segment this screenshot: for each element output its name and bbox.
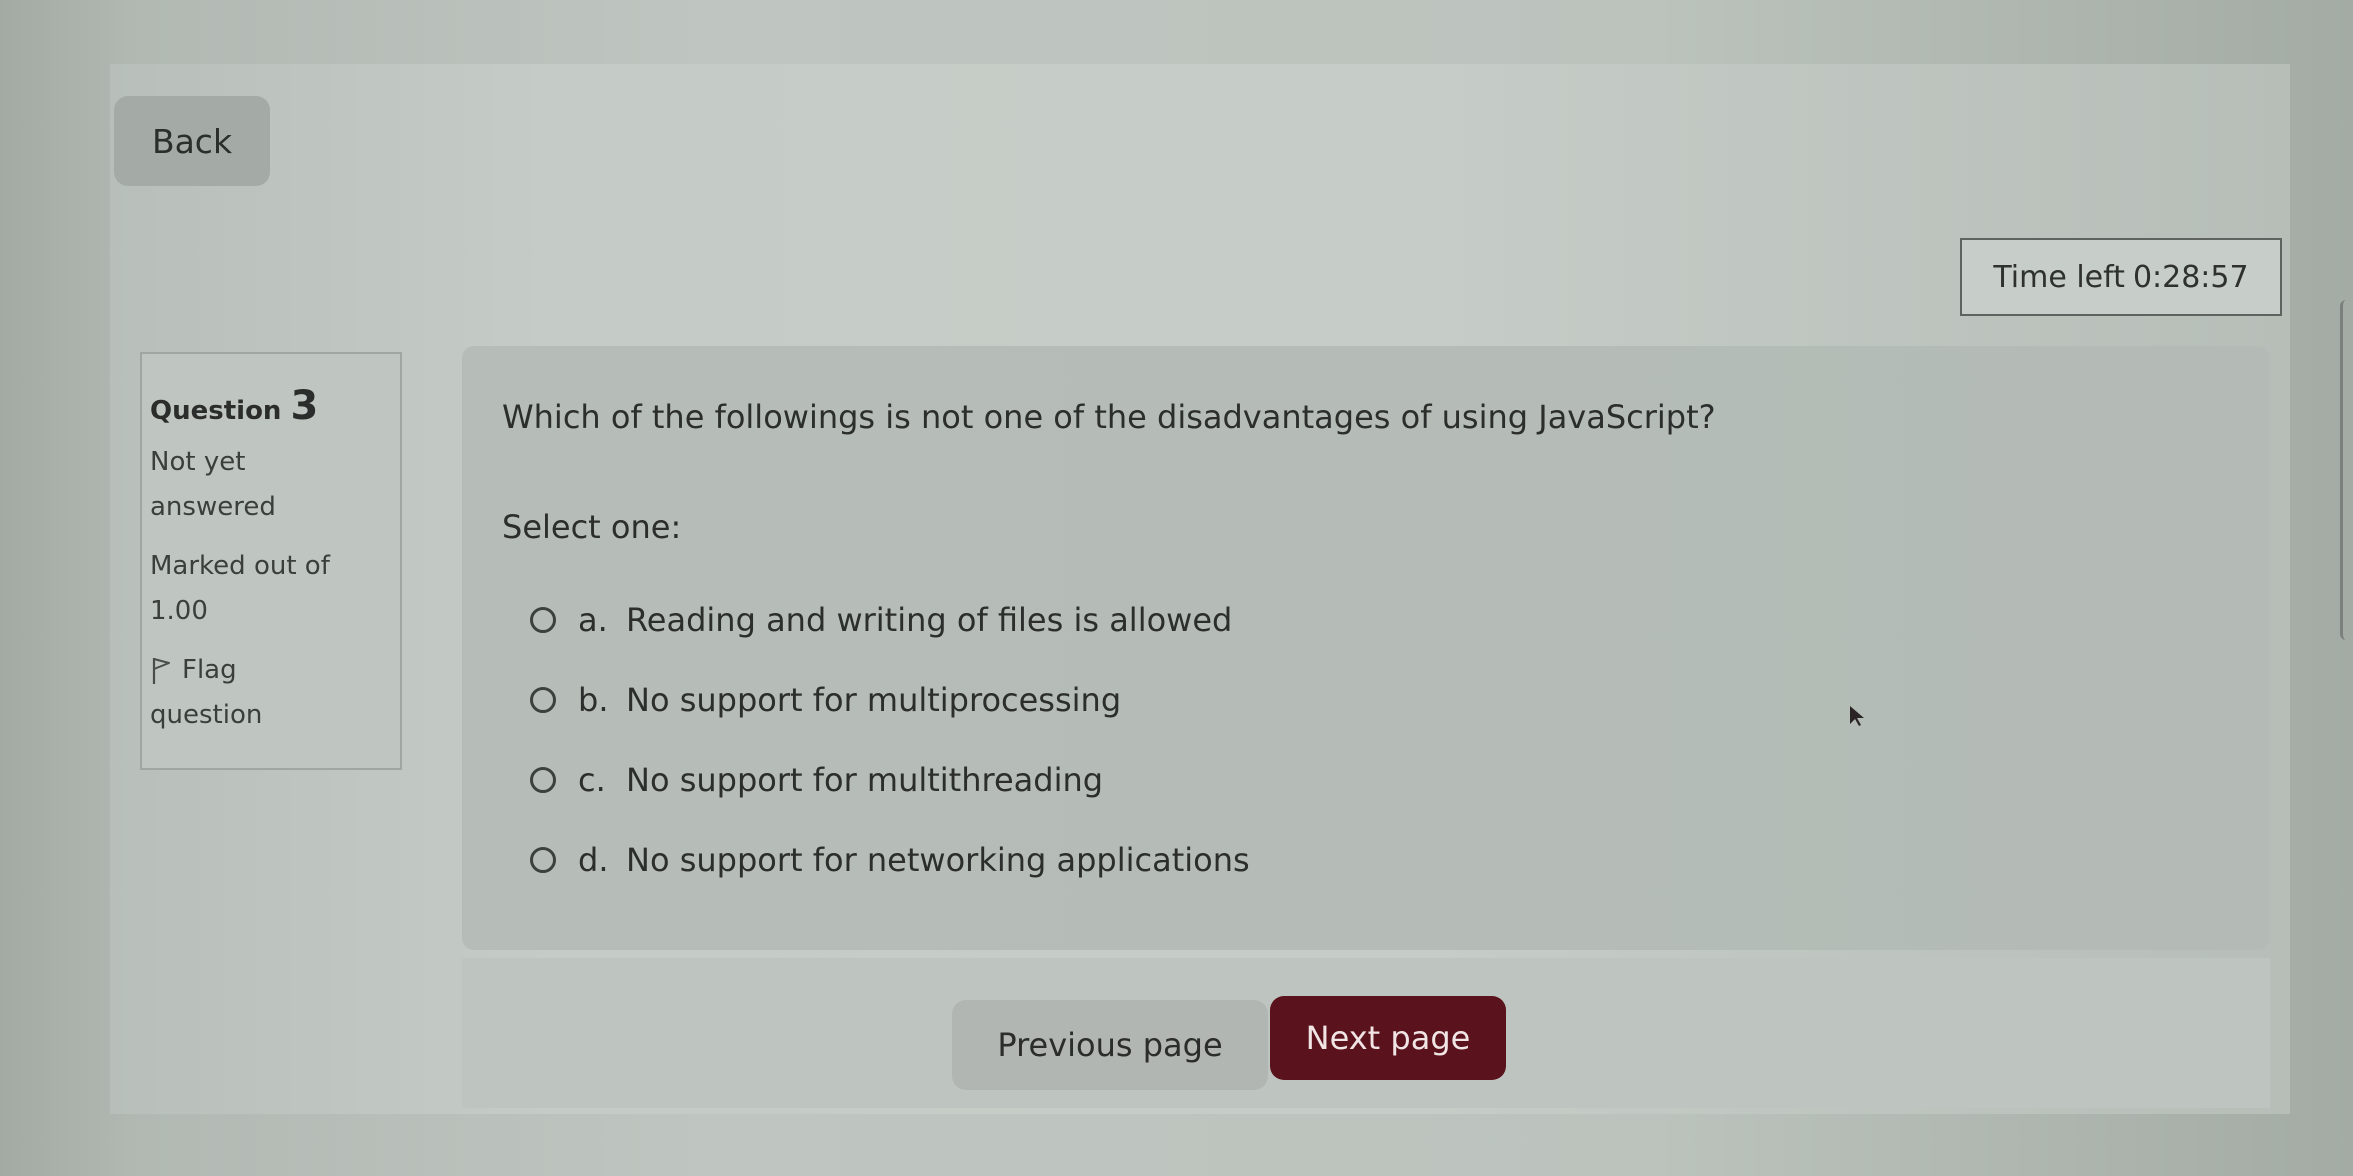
answer-text: No support for multiprocessing: [626, 681, 1122, 719]
question-number-heading: Question 3: [150, 382, 388, 430]
status-line-1: Not yet: [150, 447, 246, 477]
answer-option-a[interactable]: a. Reading and writing of files is allow…: [530, 580, 1250, 660]
answer-text: Reading and writing of files is allowed: [626, 601, 1233, 639]
flag-line-2: question: [150, 700, 263, 730]
answer-option-d[interactable]: d. No support for networking application…: [530, 820, 1250, 900]
question-grade: Marked out of 1.00: [150, 544, 388, 634]
question-info-panel: Question 3 Not yet answered Marked out o…: [140, 352, 402, 770]
back-button[interactable]: Back: [114, 96, 270, 186]
answer-letter: c.: [578, 761, 606, 799]
question-word: Question: [150, 396, 282, 426]
status-line-2: answered: [150, 492, 276, 522]
radio-button[interactable]: [530, 847, 556, 873]
timer-value: 0:28:57: [2132, 259, 2249, 295]
mouse-cursor-icon: [1850, 706, 1864, 726]
flag-label: Flag question: [150, 648, 262, 738]
marked-line-2: 1.00: [150, 596, 208, 626]
marked-line-1: Marked out of: [150, 551, 330, 581]
flag-question-toggle[interactable]: Flag question: [150, 648, 388, 738]
answer-prompt: Select one:: [502, 508, 682, 546]
answer-text: No support for multithreading: [626, 761, 1104, 799]
quiz-timer: Time left 0:28:57: [1960, 238, 2282, 316]
timer-label: Time left: [1993, 259, 2125, 295]
answer-option-b[interactable]: b. No support for multiprocessing: [530, 660, 1250, 740]
answer-text: No support for networking applications: [626, 841, 1250, 879]
radio-button[interactable]: [530, 607, 556, 633]
answer-letter: b.: [578, 681, 609, 719]
answer-letter: a.: [578, 601, 608, 639]
screen: Back Time left 0:28:57 Question 3 Not ye…: [0, 0, 2353, 1176]
side-panel-edge: [2340, 300, 2353, 640]
question-text: Which of the followings is not one of th…: [502, 398, 1716, 436]
question-number: 3: [290, 383, 319, 429]
flag-icon: [152, 658, 170, 684]
flag-line-1: Flag: [182, 655, 237, 685]
answer-letter: d.: [578, 841, 609, 879]
answer-option-c[interactable]: c. No support for multithreading: [530, 740, 1250, 820]
answer-list: a. Reading and writing of files is allow…: [530, 580, 1250, 900]
radio-button[interactable]: [530, 687, 556, 713]
previous-page-button[interactable]: Previous page: [952, 1000, 1268, 1090]
next-page-button[interactable]: Next page: [1270, 996, 1506, 1080]
question-status: Not yet answered: [150, 440, 388, 530]
radio-button[interactable]: [530, 767, 556, 793]
